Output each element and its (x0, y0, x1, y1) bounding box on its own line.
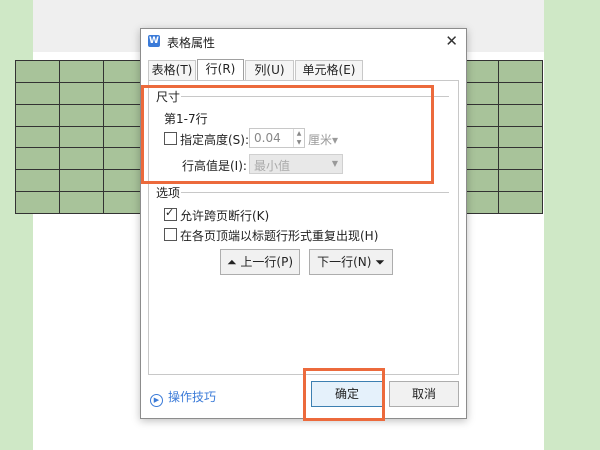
dialog-title: 表格属性 (167, 36, 216, 50)
tab-column[interactable]: 列(U) (245, 60, 294, 80)
table-cell[interactable] (15, 81, 60, 105)
table-cell[interactable] (15, 103, 60, 127)
size-section-highlight (141, 85, 434, 184)
allow-row-break-label: 允许跨页断行(K) (180, 209, 270, 223)
ok-button-highlight (303, 368, 385, 421)
tips-link[interactable]: ▶ 操作技巧 (150, 388, 216, 407)
table-cell[interactable] (15, 147, 60, 171)
repeat-header-row-checkbox[interactable] (164, 228, 177, 241)
table-cell[interactable] (58, 125, 104, 149)
close-icon[interactable]: ✕ (445, 32, 458, 50)
table-cell[interactable] (15, 60, 60, 83)
previous-row-button[interactable]: ⏶ 上一行(P) (220, 249, 300, 275)
wps-writer-icon: W (148, 35, 160, 47)
tab-cell[interactable]: 单元格(E) (295, 60, 363, 80)
table-cell[interactable] (497, 81, 544, 105)
repeat-header-row-label: 在各页顶端以标题行形式重复出现(H) (180, 229, 379, 243)
next-row-button[interactable]: 下一行(N) ⏷ (309, 249, 393, 275)
table-cell[interactable] (58, 147, 104, 171)
tab-row[interactable]: 行(R) (197, 59, 244, 81)
table-cell[interactable] (58, 60, 104, 83)
table-cell[interactable] (497, 103, 544, 127)
options-section-label: 选项 (156, 186, 181, 200)
table-cell[interactable] (58, 103, 104, 127)
table-cell[interactable] (58, 169, 104, 193)
options-section-divider (181, 192, 449, 193)
table-cell[interactable] (58, 191, 104, 214)
table-cell[interactable] (497, 191, 544, 214)
table-cell[interactable] (497, 60, 544, 83)
table-cell[interactable] (58, 81, 104, 105)
dialog-titlebar[interactable]: W 表格属性 ✕ (141, 29, 466, 53)
tab-table[interactable]: 表格(T) (148, 60, 196, 80)
allow-row-break-checkbox[interactable] (164, 206, 177, 221)
table-cell[interactable] (15, 125, 60, 149)
table-cell[interactable] (497, 125, 544, 149)
table-cell[interactable] (497, 169, 544, 193)
tips-link-label: 操作技巧 (168, 390, 217, 404)
table-properties-dialog: W 表格属性 ✕ 表格(T) 行(R) 列(U) 单元格(E) 尺寸 第1-7行… (140, 28, 467, 421)
table-cell[interactable] (497, 147, 544, 171)
cancel-button[interactable]: 取消 (389, 381, 459, 407)
play-circle-icon: ▶ (150, 394, 163, 407)
table-cell[interactable] (15, 169, 60, 193)
table-cell[interactable] (15, 191, 60, 214)
